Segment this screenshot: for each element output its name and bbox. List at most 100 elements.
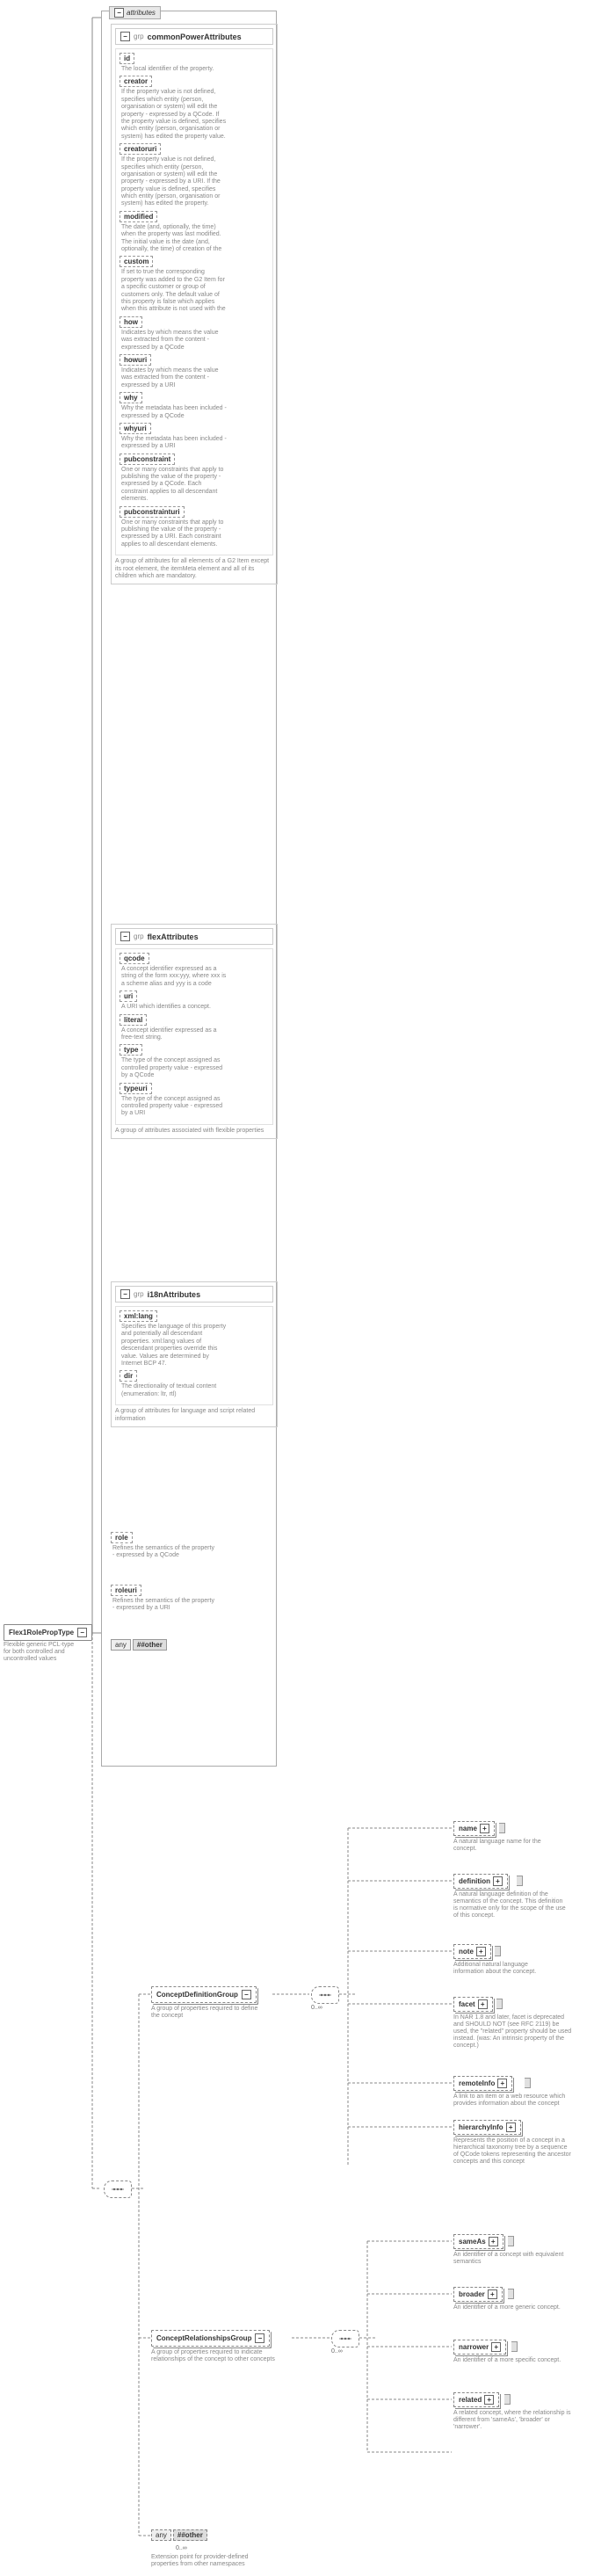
leaf-definition-label: definition xyxy=(459,1877,490,1885)
attr-desc: Indicates by which means the value was e… xyxy=(120,328,227,352)
attr-pubconstraint[interactable]: pubconstraint xyxy=(120,454,175,465)
group-commonpower-footer: A group of attributes for all elements o… xyxy=(115,558,273,580)
attr-how[interactable]: how xyxy=(120,316,142,328)
collapse-icon[interactable]: − xyxy=(120,932,130,941)
collapse-icon[interactable]: − xyxy=(120,32,130,41)
group-i18n-header[interactable]: − grp i18nAttributes xyxy=(115,1286,273,1303)
leaf-name-tab xyxy=(499,1823,505,1833)
collapse-icon[interactable]: − xyxy=(77,1628,87,1637)
attributes-frame: − attributes − grp commonPowerAttributes… xyxy=(101,11,277,1767)
leaf-facet[interactable]: facet+ xyxy=(453,1997,493,2012)
attr-desc: Why the metadata has been included - exp… xyxy=(120,434,227,451)
leaf-remoteinfo-label: remoteInfo xyxy=(459,2079,495,2087)
leaf-related-tab xyxy=(504,2394,511,2405)
attr-role[interactable]: role xyxy=(111,1532,133,1543)
attr-type[interactable]: type xyxy=(120,1044,142,1056)
leaf-narrower-label: narrower xyxy=(459,2343,489,2351)
group-flex-header[interactable]: − grp flexAttributes xyxy=(115,928,273,945)
cdg-label: ConceptDefinitionGroup xyxy=(156,1991,238,1999)
expand-icon[interactable]: + xyxy=(484,2395,494,2405)
attr-uri[interactable]: uri xyxy=(120,990,137,1002)
attr-row: creatorIf the property value is not defi… xyxy=(120,76,269,141)
leaf-hierarchyinfo[interactable]: hierarchyInfo+ xyxy=(453,2120,521,2135)
expand-icon[interactable]: + xyxy=(493,1876,503,1886)
attr-desc: If set to true the corresponding propert… xyxy=(120,267,227,313)
attr-label: qcode xyxy=(124,954,145,962)
attributes-header: − attributes xyxy=(109,6,161,19)
attr-modified[interactable]: modified xyxy=(120,211,157,222)
attr-roleuri[interactable]: roleuri xyxy=(111,1585,141,1596)
collapse-icon[interactable]: − xyxy=(242,1990,251,1999)
leaf-hierarchyinfo-desc: Represents the position of a concept in … xyxy=(453,2137,572,2166)
leaf-name[interactable]: name+ xyxy=(453,1821,495,1836)
attr-custom[interactable]: custom xyxy=(120,256,153,267)
leaf-remoteinfo-desc: A link to an item or a web resource whic… xyxy=(453,2093,568,2108)
attr-row: idThe local identifier of the property. xyxy=(120,53,269,73)
collapse-icon[interactable]: − xyxy=(120,1289,130,1299)
attr-qcode[interactable]: qcode xyxy=(120,953,149,964)
attr-desc: The local identifier of the property. xyxy=(120,64,227,73)
collapse-icon[interactable]: − xyxy=(255,2333,264,2343)
expand-icon[interactable]: + xyxy=(489,2237,498,2246)
cdg-desc: A group of properties required to define… xyxy=(151,2006,265,2020)
leaf-remoteinfo[interactable]: remoteInfo+ xyxy=(453,2076,512,2091)
leaf-broader-desc: An identifier of a more generic concept. xyxy=(453,2304,568,2311)
concept-relationships-group-node[interactable]: ConceptRelationshipsGroup − xyxy=(151,2330,270,2347)
any-label: ##other xyxy=(133,1639,167,1651)
expand-icon[interactable]: + xyxy=(478,1999,488,2009)
attr-row: whyuriWhy the metadata has been included… xyxy=(120,423,269,451)
attr-desc: If the property value is not defined, sp… xyxy=(120,155,227,208)
any-element[interactable]: any ##other xyxy=(151,2529,207,2541)
attr-id[interactable]: id xyxy=(120,53,134,64)
leaf-sameas[interactable]: sameAs+ xyxy=(453,2234,503,2249)
leaf-note-label: note xyxy=(459,1948,474,1956)
expand-icon[interactable]: + xyxy=(506,2122,516,2132)
expand-icon[interactable]: + xyxy=(488,2289,497,2299)
attr-desc: A concept identifier expressed as a free… xyxy=(120,1026,227,1042)
collapse-icon[interactable]: − xyxy=(114,8,124,18)
attr-label: dir xyxy=(124,1372,133,1380)
expand-icon[interactable]: + xyxy=(476,1947,486,1956)
grp-prefix: grp xyxy=(134,33,144,40)
attr-row: whyWhy the metadata has been included - … xyxy=(120,392,269,420)
attr-whyuri[interactable]: whyuri xyxy=(120,423,151,434)
leaf-narrower-tab xyxy=(511,2341,518,2352)
attr-label: xml:lang xyxy=(124,1312,153,1320)
attr-why[interactable]: why xyxy=(120,392,142,403)
connector-lines: line,path { stroke:#888; stroke-width:1;… xyxy=(0,0,594,2576)
attr-label: type xyxy=(124,1046,138,1054)
leaf-broader[interactable]: broader+ xyxy=(453,2287,503,2302)
attr-label: howuri xyxy=(124,356,147,364)
leaf-related[interactable]: related+ xyxy=(453,2392,499,2407)
attr-dir[interactable]: dir xyxy=(120,1370,137,1382)
attr-howuri[interactable]: howuri xyxy=(120,354,151,366)
expand-icon[interactable]: + xyxy=(497,2079,507,2088)
any-attribute[interactable]: any ##other xyxy=(111,1639,167,1651)
leaf-broader-label: broader xyxy=(459,2290,485,2298)
attr-row: pubconstraintOne or many constraints tha… xyxy=(120,454,269,504)
concept-definition-group-node[interactable]: ConceptDefinitionGroup − xyxy=(151,1986,257,2003)
group-flex-frame: − grp flexAttributes qcode A concept iden… xyxy=(111,924,278,1139)
leaf-note-tab xyxy=(495,1946,501,1956)
attr-creatoruri[interactable]: creatoruri xyxy=(120,143,161,155)
attr-xml-lang[interactable]: xml:lang xyxy=(120,1310,157,1322)
attr-row: typeuriThe type of the concept assigned … xyxy=(120,1083,269,1118)
attr-creator[interactable]: creator xyxy=(120,76,152,87)
leaf-definition[interactable]: definition+ xyxy=(453,1874,508,1889)
attr-desc: The date (and, optionally, the time) whe… xyxy=(120,222,227,254)
any-elem-label: ##other xyxy=(173,2529,207,2541)
attr-desc: Why the metadata has been included - exp… xyxy=(120,403,227,420)
attr-desc: One or many constraints that apply to pu… xyxy=(120,465,227,504)
attr-label: modified xyxy=(124,213,153,221)
leaf-narrower[interactable]: narrower+ xyxy=(453,2340,506,2355)
leaf-note[interactable]: note+ xyxy=(453,1944,491,1959)
root-type-node[interactable]: Flex1RolePropType − xyxy=(4,1624,92,1641)
expand-icon[interactable]: + xyxy=(491,2342,501,2352)
attr-typeuri[interactable]: typeuri xyxy=(120,1083,152,1094)
attr-pubconstrainturi[interactable]: pubconstrainturi xyxy=(120,506,185,518)
group-commonpower-header[interactable]: − grp commonPowerAttributes xyxy=(115,28,273,45)
attr-literal[interactable]: literal xyxy=(120,1014,147,1026)
group-commonpower-title: commonPowerAttributes xyxy=(148,33,242,41)
expand-icon[interactable]: + xyxy=(480,1824,489,1833)
attr-label: typeuri xyxy=(124,1085,148,1092)
